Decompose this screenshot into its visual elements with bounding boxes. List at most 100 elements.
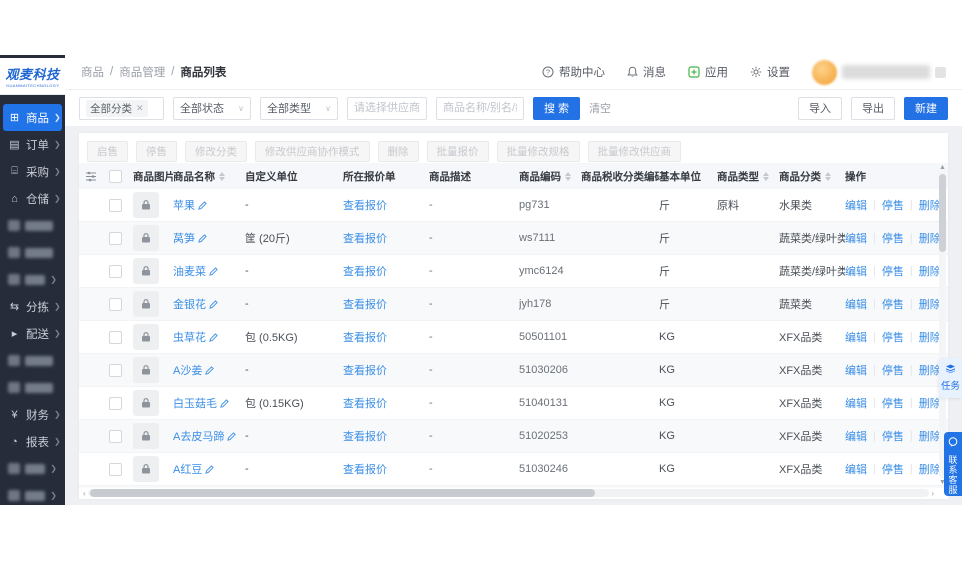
clear-button[interactable]: 清空 [589,100,611,116]
sidebar-item-reports[interactable]: ◔ 报表 ❯ [3,428,62,455]
product-image-placeholder[interactable] [133,225,159,251]
sidebar-item-purchase[interactable]: ⌸ 采购 ❯ [3,158,62,185]
row-action-2[interactable]: 删除 [919,329,939,345]
sidebar-item-redacted[interactable] [3,212,62,239]
row-action-0[interactable]: 编辑 [845,230,867,246]
export-button[interactable]: 导出 [851,96,895,120]
sidebar-item-redacted[interactable] [3,374,62,401]
sidebar-item-redacted[interactable]: ❯ [3,455,62,482]
tasks-float-button[interactable]: 任务 [939,358,962,398]
settings-link[interactable]: 设置 [750,64,790,80]
view-quote-link[interactable]: 查看报价 [343,263,387,279]
row-action-1[interactable]: 停售 [882,197,904,213]
remove-tag-icon[interactable]: ✕ [136,103,144,114]
create-button[interactable]: 新建 [904,96,948,120]
messages-link[interactable]: 消息 [627,64,666,80]
sidebar-item-redacted[interactable] [3,347,62,374]
view-quote-link[interactable]: 查看报价 [343,461,387,477]
row-action-1[interactable]: 停售 [882,230,904,246]
sidebar-item-sorting[interactable]: ⇆ 分拣 ❯ [3,293,62,320]
vertical-scroll-thumb[interactable] [939,174,946,252]
sort-icon[interactable] [565,171,571,181]
breadcrumb-item-goods-manage[interactable]: 商品管理 [119,64,165,80]
row-action-1[interactable]: 停售 [882,461,904,477]
product-image-placeholder[interactable] [133,357,159,383]
product-name-link[interactable]: A去皮马蹄 [173,428,237,444]
batch-button-2[interactable]: 修改分类 [185,141,247,162]
row-action-0[interactable]: 编辑 [845,461,867,477]
batch-button-0[interactable]: 启售 [87,141,128,162]
row-action-0[interactable]: 编辑 [845,395,867,411]
view-quote-link[interactable]: 查看报价 [343,197,387,213]
product-name-link[interactable]: 油麦菜 [173,263,218,279]
sort-icon[interactable] [219,171,225,181]
view-quote-link[interactable]: 查看报价 [343,329,387,345]
batch-button-5[interactable]: 批量报价 [426,141,489,162]
column-header-11[interactable]: 商品分类 [779,169,845,184]
product-name-link[interactable]: 虫草花 [173,329,218,345]
batch-button-3[interactable]: 修改供应商协作模式 [255,141,370,162]
row-action-0[interactable]: 编辑 [845,362,867,378]
row-action-1[interactable]: 停售 [882,296,904,312]
sidebar-item-redacted[interactable]: ❯ [3,266,62,293]
search-button[interactable]: 搜 索 [533,96,581,120]
sidebar-item-redacted[interactable]: ❯ [3,482,62,509]
batch-button-4[interactable]: 删除 [377,141,419,162]
status-select[interactable]: 全部状态 ∨ [173,96,251,120]
product-image-placeholder[interactable] [133,390,159,416]
row-action-0[interactable]: 编辑 [845,428,867,444]
view-quote-link[interactable]: 查看报价 [343,230,387,246]
scroll-right-icon[interactable]: › [931,489,934,498]
column-header-7[interactable]: 商品编码 [519,169,581,184]
row-checkbox[interactable] [109,429,122,443]
sidebar-item-finance[interactable]: ¥ 财务 ❯ [3,401,62,428]
supplier-input[interactable] [347,96,427,120]
row-action-2[interactable]: 删除 [919,263,939,279]
view-quote-link[interactable]: 查看报价 [343,296,387,312]
horizontal-scroll-track[interactable] [87,489,930,497]
row-checkbox[interactable] [109,297,122,311]
product-image-placeholder[interactable] [133,456,159,482]
type-select[interactable]: 全部类型 ∨ [260,96,338,120]
avatar[interactable] [812,59,837,85]
row-action-1[interactable]: 停售 [882,263,904,279]
product-name-link[interactable]: 金银花 [173,296,218,312]
view-quote-link[interactable]: 查看报价 [343,395,387,411]
row-checkbox[interactable] [109,462,122,476]
help-center-link[interactable]: ? 帮助中心 [542,64,605,80]
product-image-placeholder[interactable] [133,324,159,350]
row-action-2[interactable]: 删除 [919,296,939,312]
sort-icon[interactable] [825,171,831,181]
row-action-2[interactable]: 删除 [919,362,939,378]
row-action-0[interactable]: 编辑 [845,197,867,213]
sidebar-item-goods[interactable]: ⊞ 商品 ❯ [3,104,62,131]
product-image-placeholder[interactable] [133,423,159,449]
column-header-10[interactable]: 商品类型 [717,169,779,184]
row-action-0[interactable]: 编辑 [845,329,867,345]
collapse-icon[interactable] [935,66,946,78]
row-checkbox[interactable] [109,231,122,245]
sidebar-item-orders[interactable]: ▤ 订单 ❯ [3,131,62,158]
scroll-up-icon[interactable]: ▲ [939,163,946,172]
row-action-1[interactable]: 停售 [882,329,904,345]
select-all-checkbox[interactable] [109,169,122,183]
row-action-1[interactable]: 停售 [882,395,904,411]
batch-button-6[interactable]: 批量修改规格 [496,141,580,162]
row-action-1[interactable]: 停售 [882,362,904,378]
view-quote-link[interactable]: 查看报价 [343,362,387,378]
batch-button-1[interactable]: 停售 [136,141,177,162]
scroll-left-icon[interactable]: ‹ [83,489,86,498]
category-filter[interactable]: 全部分类 ✕ [79,96,164,120]
row-checkbox[interactable] [109,363,122,377]
keyword-input[interactable] [436,96,524,120]
product-name-link[interactable]: A沙姜 [173,362,215,378]
row-action-2[interactable]: 删除 [919,197,939,213]
row-checkbox[interactable] [109,396,122,410]
apps-link[interactable]: 应用 [688,64,728,80]
column-header-3[interactable]: 商品名称 [173,169,245,184]
horizontal-scroll-thumb[interactable] [89,489,595,497]
row-action-2[interactable]: 删除 [919,461,939,477]
import-button[interactable]: 导入 [798,96,842,120]
row-action-2[interactable]: 删除 [919,230,939,246]
breadcrumb-item-goods[interactable]: 商品 [81,64,104,80]
